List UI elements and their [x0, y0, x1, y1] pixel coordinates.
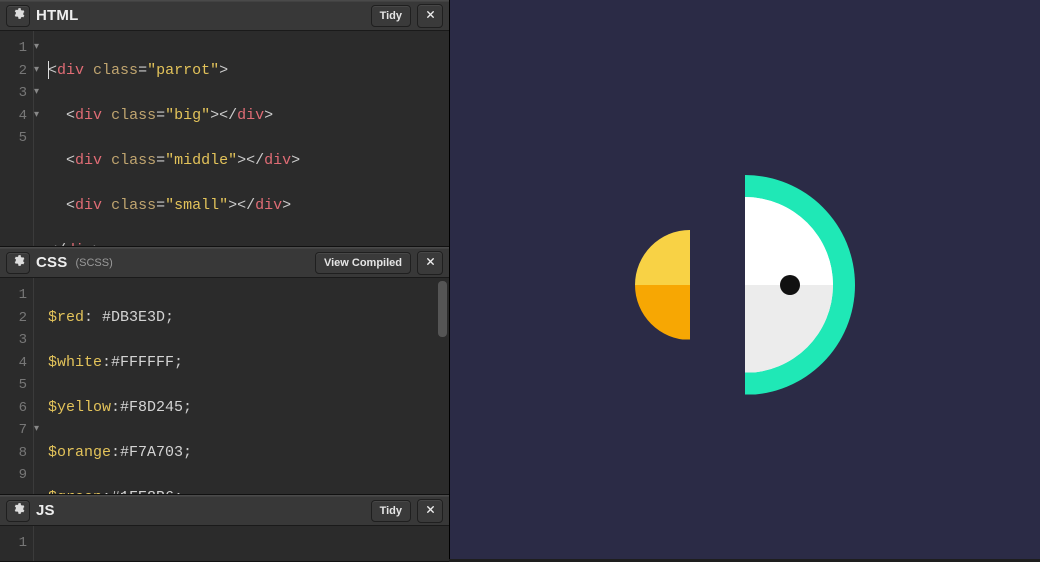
gutter-js: 1	[0, 526, 34, 561]
settings-button-js[interactable]	[6, 500, 30, 522]
close-button-html[interactable]	[417, 4, 443, 28]
line-number: 5	[0, 127, 27, 150]
code-area-css[interactable]: 1 2 3 4 5 6 7 8 9 $red: #DB3E3D; $white:…	[0, 278, 449, 494]
line-number: 3	[0, 329, 27, 352]
line-number: 2	[0, 307, 27, 330]
panel-title-js: JS	[36, 502, 55, 519]
parrot-small	[635, 230, 745, 340]
line-number: 5	[0, 374, 27, 397]
code-area-html[interactable]: 1 2 3 4 5 <div class="parrot"> <div clas…	[0, 31, 449, 246]
code-css[interactable]: $red: #DB3E3D; $white:#FFFFFF; $yellow:#…	[34, 278, 449, 494]
panel-html: HTML Tidy 1 2 3 4 5 <div class="parrot">…	[0, 0, 449, 247]
gutter-html: 1 2 3 4 5	[0, 31, 34, 246]
preview-pane	[450, 0, 1040, 559]
close-button-css[interactable]	[417, 251, 443, 275]
code-html[interactable]: <div class="parrot"> <div class="big"></…	[34, 31, 449, 246]
close-icon	[425, 502, 436, 520]
gutter-css: 1 2 3 4 5 6 7 8 9	[0, 278, 34, 494]
line-number: 6	[0, 397, 27, 420]
line-number: 8	[0, 442, 27, 465]
close-button-js[interactable]	[417, 499, 443, 523]
code-area-js[interactable]: 1	[0, 526, 449, 561]
scrollbar-css[interactable]	[438, 281, 447, 337]
editor-column: HTML Tidy 1 2 3 4 5 <div class="parrot">…	[0, 0, 450, 559]
line-number: 1	[0, 532, 27, 555]
settings-button-html[interactable]	[6, 5, 30, 27]
view-compiled-button[interactable]: View Compiled	[315, 252, 411, 274]
line-number: 2	[0, 60, 27, 83]
close-icon	[425, 254, 436, 272]
line-number: 1	[0, 37, 27, 60]
panel-subtitle-css: (SCSS)	[75, 257, 112, 269]
panel-header-css: CSS (SCSS) View Compiled	[0, 247, 449, 278]
panel-css: CSS (SCSS) View Compiled 1 2 3 4 5 6 7 8…	[0, 247, 449, 495]
panel-js: JS Tidy 1	[0, 495, 449, 562]
panel-title-html: HTML	[36, 7, 78, 24]
panel-header-js: JS Tidy	[0, 495, 449, 526]
line-number: 7	[0, 419, 27, 442]
gear-icon	[12, 7, 25, 25]
line-number: 4	[0, 105, 27, 128]
code-js[interactable]	[34, 526, 449, 561]
gear-icon	[12, 502, 25, 520]
parrot-eye	[780, 275, 800, 295]
tidy-button-js[interactable]: Tidy	[371, 500, 411, 522]
line-number: 4	[0, 352, 27, 375]
line-number: 3	[0, 82, 27, 105]
parrot-preview	[635, 145, 855, 415]
line-number: 1	[0, 284, 27, 307]
tidy-button-html[interactable]: Tidy	[371, 5, 411, 27]
panel-header-html: HTML Tidy	[0, 0, 449, 31]
close-icon	[425, 7, 436, 25]
gear-icon	[12, 254, 25, 272]
line-number: 9	[0, 464, 27, 487]
panel-title-css: CSS	[36, 254, 67, 271]
settings-button-css[interactable]	[6, 252, 30, 274]
